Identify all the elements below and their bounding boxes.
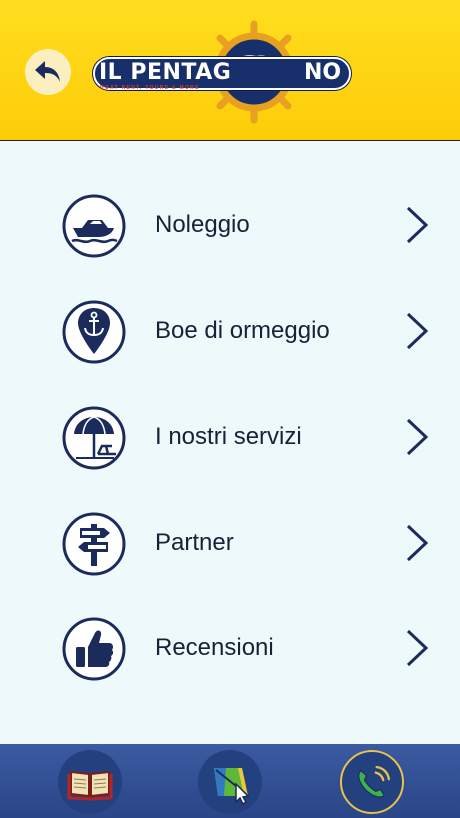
motorboat-icon	[62, 194, 126, 258]
bottom-nav	[0, 744, 460, 818]
logo-text-right: NO	[304, 60, 342, 85]
menu-item-label: I nostri servizi	[155, 423, 302, 450]
beach-umbrella-icon	[62, 406, 126, 470]
back-arrow-icon	[35, 61, 60, 82]
chevron-right-icon	[406, 206, 429, 244]
app-header: IL PENTAG NO BOAT RENT, TOURS & MORE	[0, 0, 460, 141]
chevron-right-icon	[406, 312, 429, 350]
menu-item-label: Recensioni	[155, 634, 274, 661]
tab-map[interactable]	[198, 750, 262, 814]
menu-item-label: Boe di ormeggio	[155, 317, 330, 344]
tab-call[interactable]	[340, 750, 404, 814]
anchor-pin-icon	[62, 300, 126, 364]
menu-item-recensioni[interactable]: Recensioni	[0, 609, 460, 689]
chevron-right-icon	[406, 418, 429, 456]
thumbs-up-icon	[62, 617, 126, 681]
map-pointer-icon	[214, 768, 250, 806]
tab-guide[interactable]	[58, 750, 122, 814]
back-button[interactable]	[25, 49, 71, 95]
menu-item-boe-di-ormeggio[interactable]: Boe di ormeggio	[0, 292, 460, 372]
menu-item-partner[interactable]: Partner	[0, 504, 460, 584]
menu-item-label: Partner	[155, 529, 234, 556]
menu-item-label: Noleggio	[155, 211, 250, 238]
logo-text-left: IL PENTAG	[99, 60, 232, 85]
menu-item-i-nostri-servizi[interactable]: I nostri servizi	[0, 398, 460, 478]
open-book-icon	[67, 770, 113, 801]
menu-item-noleggio[interactable]: Noleggio	[0, 186, 460, 266]
chevron-right-icon	[406, 524, 429, 562]
phone-call-icon	[358, 765, 391, 798]
signpost-icon	[62, 512, 126, 576]
chevron-right-icon	[406, 629, 429, 667]
logo-tagline: BOAT RENT, TOURS & MORE	[100, 85, 200, 91]
